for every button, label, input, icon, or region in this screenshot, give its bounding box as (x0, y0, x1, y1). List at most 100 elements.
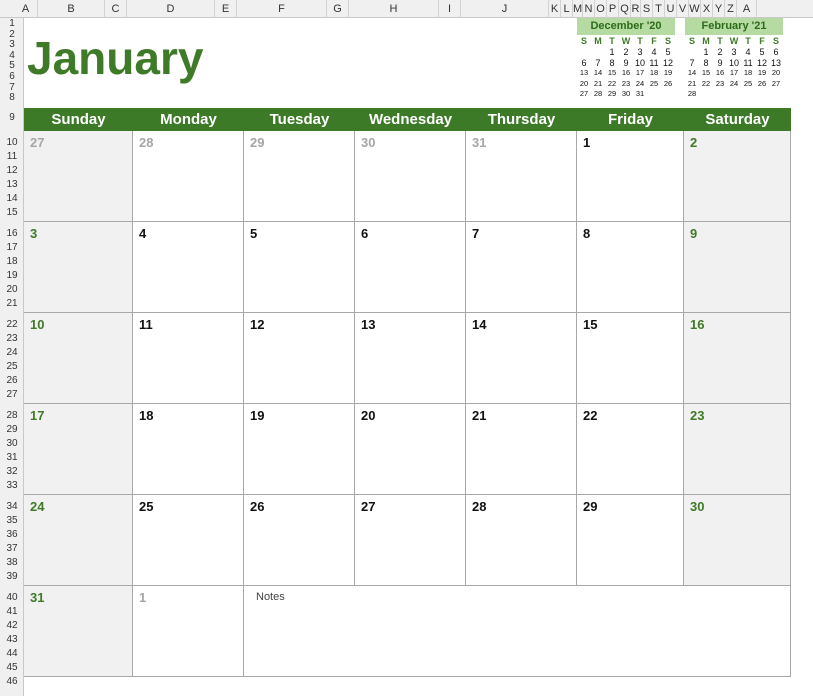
row-header-12[interactable]: 12 (0, 165, 24, 177)
row-header-17[interactable]: 17 (0, 242, 24, 254)
row-header-29[interactable]: 29 (0, 424, 24, 436)
column-header-z[interactable]: Z (725, 0, 737, 18)
row-header-44[interactable]: 44 (0, 648, 24, 660)
day-cell[interactable]: 27 (355, 495, 466, 586)
column-header-d[interactable]: D (127, 0, 215, 18)
row-header-27[interactable]: 27 (0, 389, 24, 401)
day-cell[interactable]: 15 (577, 313, 684, 404)
day-cell[interactable]: 29 (577, 495, 684, 586)
column-header-r[interactable]: R (631, 0, 641, 18)
row-header-15[interactable]: 15 (0, 207, 24, 219)
day-cell[interactable]: 2 (684, 131, 791, 222)
day-cell[interactable]: 21 (466, 404, 577, 495)
row-header-43[interactable]: 43 (0, 634, 24, 646)
column-header-n[interactable]: N (583, 0, 595, 18)
column-header-k[interactable]: K (549, 0, 561, 18)
day-cell[interactable]: 14 (466, 313, 577, 404)
row-header-37[interactable]: 37 (0, 543, 24, 555)
column-header-h[interactable]: H (349, 0, 439, 18)
row-header-35[interactable]: 35 (0, 515, 24, 527)
column-header-y[interactable]: Y (713, 0, 725, 18)
column-header-g[interactable]: G (327, 0, 349, 18)
row-header-9[interactable]: 9 (0, 112, 24, 124)
row-header-26[interactable]: 26 (0, 375, 24, 387)
row-header-24[interactable]: 24 (0, 347, 24, 359)
row-header-18[interactable]: 18 (0, 256, 24, 268)
row-header-22[interactable]: 22 (0, 319, 24, 331)
column-header-w[interactable]: W (689, 0, 701, 18)
column-header-q[interactable]: Q (619, 0, 631, 18)
column-header-x[interactable]: X (701, 0, 713, 18)
row-header-20[interactable]: 20 (0, 284, 24, 296)
row-header-19[interactable]: 19 (0, 270, 24, 282)
column-header-b[interactable]: B (38, 0, 105, 18)
column-header-l[interactable]: L (561, 0, 573, 18)
notes-area[interactable]: Notes (244, 586, 791, 677)
day-cell[interactable]: 4 (133, 222, 244, 313)
row-header-31[interactable]: 31 (0, 452, 24, 464)
day-cell[interactable]: 27 (24, 131, 133, 222)
day-cell[interactable]: 22 (577, 404, 684, 495)
row-header-30[interactable]: 30 (0, 438, 24, 450)
row-header-34[interactable]: 34 (0, 501, 24, 513)
row-header-10[interactable]: 10 (0, 137, 24, 149)
row-header-13[interactable]: 13 (0, 179, 24, 191)
day-cell[interactable]: 29 (244, 131, 355, 222)
row-header-23[interactable]: 23 (0, 333, 24, 345)
row-header-38[interactable]: 38 (0, 557, 24, 569)
row-header-32[interactable]: 32 (0, 466, 24, 478)
day-cell[interactable]: 5 (244, 222, 355, 313)
day-cell[interactable]: 10 (24, 313, 133, 404)
row-header-42[interactable]: 42 (0, 620, 24, 632)
day-cell[interactable]: 3 (24, 222, 133, 313)
column-header-j[interactable]: J (461, 0, 549, 18)
day-cell[interactable]: 13 (355, 313, 466, 404)
column-header-u[interactable]: U (665, 0, 677, 18)
day-cell[interactable]: 28 (466, 495, 577, 586)
day-cell[interactable]: 1 (133, 586, 244, 677)
column-header-s[interactable]: S (641, 0, 653, 18)
column-header-o[interactable]: O (595, 0, 607, 18)
day-cell[interactable]: 26 (244, 495, 355, 586)
row-header-40[interactable]: 40 (0, 592, 24, 604)
column-header-m[interactable]: M (573, 0, 583, 18)
day-cell[interactable]: 1 (577, 131, 684, 222)
column-header-i[interactable]: I (439, 0, 461, 18)
day-cell[interactable]: 6 (355, 222, 466, 313)
day-cell[interactable]: 11 (133, 313, 244, 404)
row-header-28[interactable]: 28 (0, 410, 24, 422)
day-cell[interactable]: 16 (684, 313, 791, 404)
day-cell[interactable]: 19 (244, 404, 355, 495)
day-cell[interactable]: 30 (684, 495, 791, 586)
day-cell[interactable]: 17 (24, 404, 133, 495)
day-cell[interactable]: 18 (133, 404, 244, 495)
day-cell[interactable]: 31 (466, 131, 577, 222)
column-header-f[interactable]: F (237, 0, 327, 18)
row-header-14[interactable]: 14 (0, 193, 24, 205)
column-header-p[interactable]: P (607, 0, 619, 18)
column-header-a[interactable]: A (737, 0, 757, 18)
day-cell[interactable]: 25 (133, 495, 244, 586)
column-header-e[interactable]: E (215, 0, 237, 18)
day-cell[interactable]: 12 (244, 313, 355, 404)
column-header-v[interactable]: V (677, 0, 689, 18)
row-header-25[interactable]: 25 (0, 361, 24, 373)
day-cell[interactable]: 23 (684, 404, 791, 495)
row-header-39[interactable]: 39 (0, 571, 24, 583)
day-cell[interactable]: 30 (355, 131, 466, 222)
column-header-t[interactable]: T (653, 0, 665, 18)
day-cell[interactable]: 31 (24, 586, 133, 677)
day-cell[interactable]: 7 (466, 222, 577, 313)
row-header-46[interactable]: 46 (0, 676, 24, 688)
row-header-21[interactable]: 21 (0, 298, 24, 310)
column-header-a[interactable]: A (14, 0, 38, 18)
row-header-45[interactable]: 45 (0, 662, 24, 674)
row-header-36[interactable]: 36 (0, 529, 24, 541)
day-cell[interactable]: 8 (577, 222, 684, 313)
day-cell[interactable]: 20 (355, 404, 466, 495)
row-header-11[interactable]: 11 (0, 151, 24, 163)
day-cell[interactable]: 9 (684, 222, 791, 313)
day-cell[interactable]: 24 (24, 495, 133, 586)
column-header-c[interactable]: C (105, 0, 127, 18)
row-header-8[interactable]: 8 (0, 92, 24, 104)
